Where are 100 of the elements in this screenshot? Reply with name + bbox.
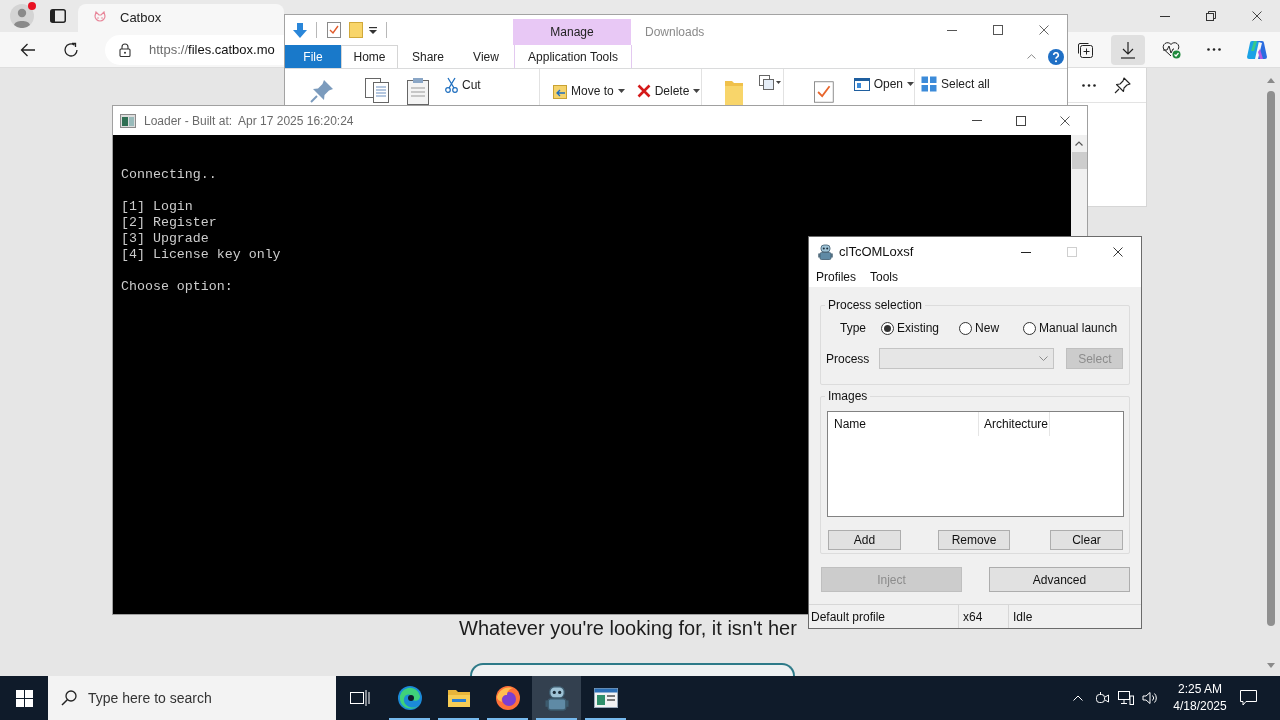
lock-icon [119,42,131,57]
download-arrow-icon[interactable] [292,21,308,39]
notification-icon [1239,690,1257,706]
browser-tab[interactable]: Catbox [78,4,284,32]
caret-up-icon [1073,695,1083,701]
ribbon-command[interactable]: Delete [636,82,701,100]
group-label: Process selection [827,298,924,312]
dialog-button[interactable]: Clear [1050,530,1123,550]
page-message: Whatever you're looking for, it isn't her [459,616,797,640]
menu-item[interactable]: Profiles [809,267,863,287]
ribbon-tab[interactable]: Home [341,45,398,68]
ribbon-command[interactable]: Move to [553,82,625,100]
collections-icon [1076,40,1094,59]
task-view-icon [350,689,370,707]
close-icon [1038,25,1049,35]
window-title: clTcOMLoxsf [839,243,914,262]
close-icon [1113,247,1123,257]
scroll-down-icon[interactable] [1267,663,1275,668]
help-icon[interactable] [1048,48,1064,65]
dialog-button[interactable]: Add [828,530,901,550]
close-icon [1060,115,1070,126]
cat-icon [93,11,107,25]
url-field[interactable]: https://files.catbox.mo [105,34,284,65]
video-call-icon [1094,690,1110,706]
swirl-icon [396,685,423,711]
search-icon [61,690,77,706]
folder-icon [446,688,471,708]
ribbon-tab[interactable]: File [285,45,341,68]
dialog-button[interactable]: Remove [938,530,1010,550]
pin-button[interactable] [1112,75,1132,95]
checklist-icon[interactable] [814,79,834,105]
checklist-icon[interactable] [327,22,341,38]
window-icon [853,77,870,91]
close-icon [1252,11,1262,21]
outlined-button[interactable] [470,663,795,676]
scrollbar-thumb[interactable] [1267,91,1275,626]
status-text: Default profile [811,608,886,626]
chevron-down-icon [1039,356,1049,361]
minimize-icon [1021,251,1031,253]
status-text: x64 [963,608,983,626]
console-line: Choose option: [121,279,233,295]
column-header[interactable]: Name [828,412,979,436]
minimize-icon [947,29,957,31]
search-field[interactable]: Type here to search [48,676,336,720]
delete-icon [636,84,651,98]
copy-icon[interactable] [364,77,390,103]
menu-item[interactable]: Tools [863,267,906,287]
scroll-up-icon[interactable] [1267,78,1275,83]
refresh-icon [63,41,79,58]
tab-actions-button[interactable] [50,9,66,23]
minimize-icon [972,120,982,121]
maximize-icon [1016,115,1026,126]
assistant-logo-icon [1246,38,1268,61]
ribbon-command[interactable]: Cut [445,76,481,94]
console-icon [120,113,136,128]
radio-option[interactable]: Manual launch [1023,319,1118,337]
console-line: [4] License key only [121,247,281,263]
console-line: [2] Register [121,215,217,231]
robot-icon [818,244,833,260]
flame-globe-icon [494,685,521,711]
scrollbar-thumb[interactable] [1071,152,1087,169]
start-icon [15,689,33,707]
radio-option[interactable]: Existing [881,319,940,337]
copy-to-icon[interactable] [759,75,781,91]
avatar-icon[interactable] [10,4,34,28]
context-label: Manage [550,24,594,41]
download-icon [1120,40,1136,59]
pin-icon[interactable] [310,79,334,103]
notification-dot-icon [28,2,36,10]
status-text: Idle [1013,608,1033,626]
radio-option[interactable]: New [959,319,1000,337]
caret-up-icon[interactable] [1027,54,1036,59]
console-line: [3] Upgrade [121,231,209,247]
clock[interactable]: 2:25 AM 4/18/2025 [1162,676,1238,720]
group-label: Images [827,389,869,403]
scroll-up-icon[interactable] [1075,141,1083,146]
more-icon [1207,48,1221,51]
customize-button[interactable] [369,26,377,34]
ribbon-tab[interactable]: View [458,45,514,68]
ribbon-tab[interactable]: Application Tools [514,45,632,68]
field-label: Type [840,320,866,337]
ribbon-command[interactable]: Open [853,75,914,93]
console-line: Connecting.. [121,167,217,183]
more-icon [1082,83,1096,87]
ribbon-tab[interactable]: Share [398,45,458,68]
speaker-icon [1142,691,1158,705]
window-title: Downloads [645,24,705,41]
heart-pulse-icon [1161,40,1181,59]
select-all-icon [921,76,937,92]
minimize-icon [1160,15,1170,17]
restore-icon [1206,11,1216,21]
window-title: Loader - Built at: Apr 17 2025 16:20:24 [144,112,354,130]
tab-actions-icon [50,9,66,23]
window-icon [593,688,618,708]
caret-down-icon [369,26,377,34]
console-line: [1] Login [121,199,193,215]
ribbon-command[interactable]: Select all [921,75,990,93]
dialog-button[interactable]: Advanced [989,567,1130,592]
column-header[interactable]: Architecture [979,412,1050,436]
clipboard-icon[interactable] [406,77,430,105]
